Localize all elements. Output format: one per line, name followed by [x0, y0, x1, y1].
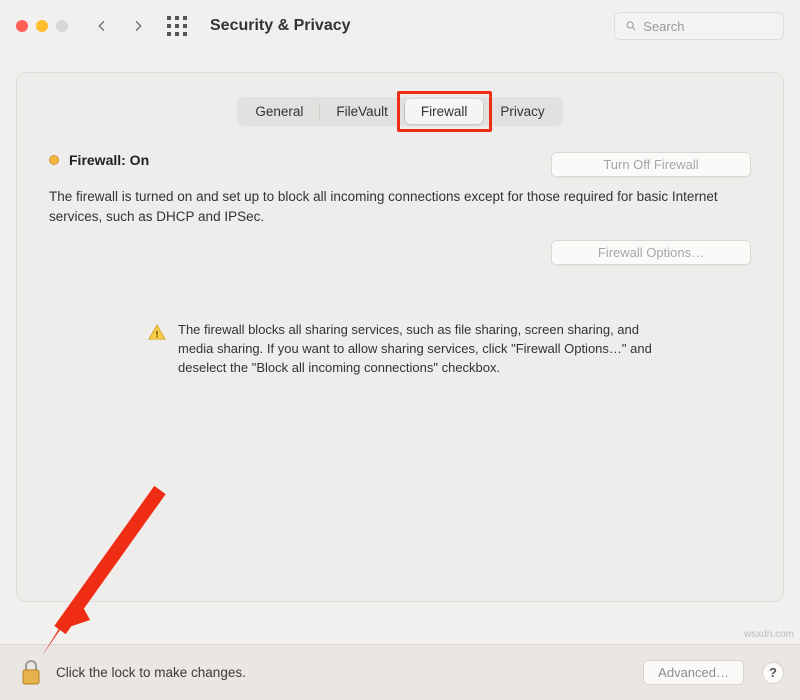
firewall-options-button[interactable]: Firewall Options…	[551, 240, 751, 265]
forward-button[interactable]	[126, 14, 150, 38]
nav-arrows	[90, 14, 150, 38]
tab-filevault[interactable]: FileVault	[320, 99, 404, 124]
warning-icon: !	[148, 323, 166, 341]
info-block: ! The firewall blocks all sharing servic…	[140, 321, 660, 378]
show-all-button[interactable]	[166, 15, 188, 37]
content-panel: General FileVault Firewall Privacy Firew…	[16, 72, 784, 602]
firewall-description: The firewall is turned on and set up to …	[49, 187, 751, 226]
help-button[interactable]: ?	[762, 662, 784, 684]
search-input[interactable]	[643, 19, 773, 34]
watermark: wsxdn.com	[744, 629, 794, 640]
zoom-window-button[interactable]	[56, 20, 68, 32]
tab-firewall[interactable]: Firewall	[405, 99, 484, 124]
back-button[interactable]	[90, 14, 114, 38]
search-field[interactable]	[614, 12, 784, 40]
status-indicator-icon	[49, 155, 59, 165]
info-text: The firewall blocks all sharing services…	[178, 321, 652, 378]
close-window-button[interactable]	[16, 20, 28, 32]
footer: Click the lock to make changes. Advanced…	[0, 644, 800, 700]
tab-privacy[interactable]: Privacy	[484, 99, 560, 124]
window-title: Security & Privacy	[210, 17, 351, 35]
svg-text:!: !	[156, 330, 159, 340]
lock-text: Click the lock to make changes.	[56, 665, 246, 680]
turn-off-firewall-button[interactable]: Turn Off Firewall	[551, 152, 751, 177]
window-controls	[16, 20, 68, 32]
lock-button[interactable]	[16, 658, 46, 688]
lock-icon	[19, 658, 43, 688]
advanced-button[interactable]: Advanced…	[643, 660, 744, 685]
toolbar: Security & Privacy	[0, 0, 800, 52]
search-icon	[625, 19, 637, 33]
tab-bar: General FileVault Firewall Privacy	[237, 97, 562, 126]
tab-general[interactable]: General	[239, 99, 319, 124]
minimize-window-button[interactable]	[36, 20, 48, 32]
firewall-status-label: Firewall: On	[69, 152, 149, 168]
